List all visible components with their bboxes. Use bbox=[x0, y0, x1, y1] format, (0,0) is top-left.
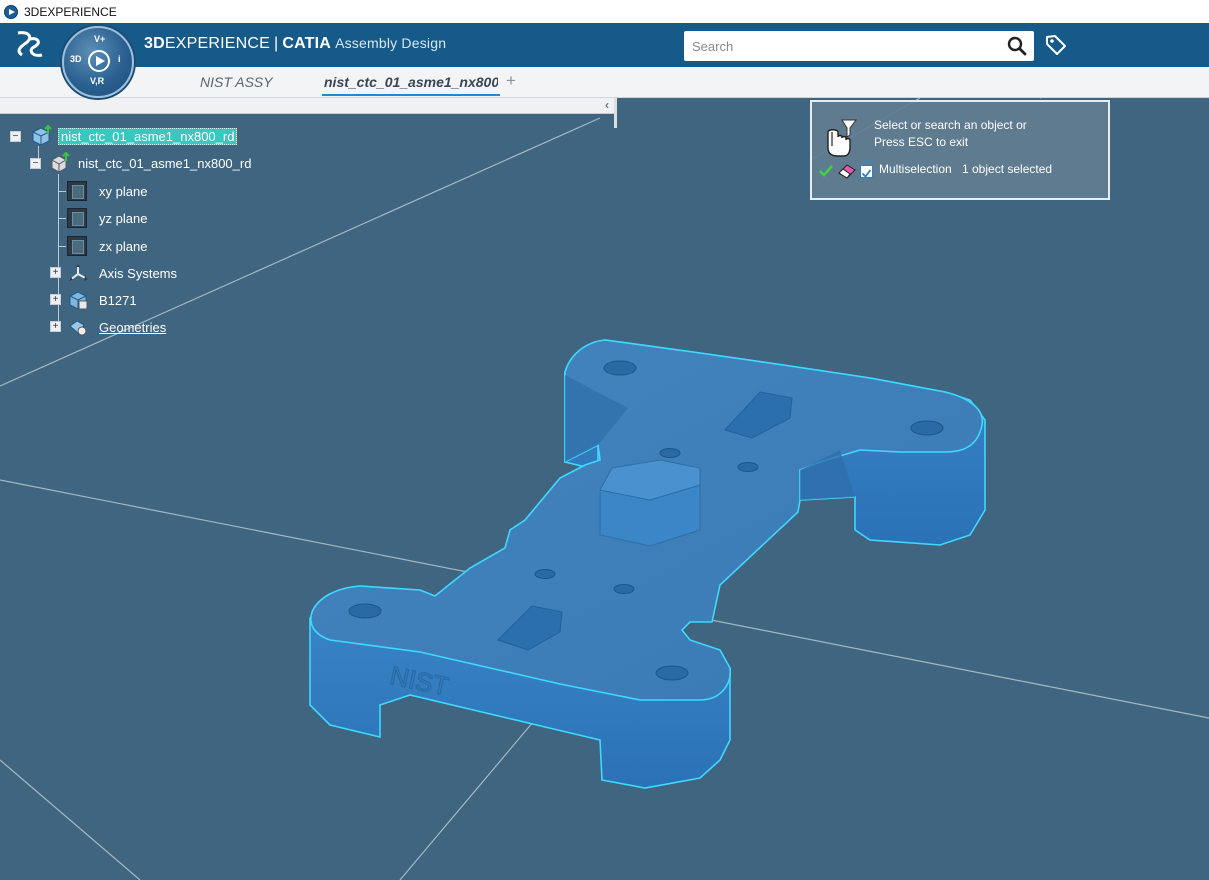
tree-node-label: Geometries bbox=[99, 319, 167, 335]
search-box bbox=[684, 31, 1034, 61]
tree-panel-edge bbox=[614, 98, 617, 128]
tree-connector bbox=[58, 191, 66, 192]
magnifier-icon[interactable] bbox=[1006, 35, 1028, 57]
tree-node-axis-systems[interactable]: Axis Systems bbox=[67, 262, 177, 284]
geometrical-set-icon bbox=[69, 320, 87, 336]
tree-node-geometries[interactable]: Geometries bbox=[67, 316, 166, 338]
brand-separator: | bbox=[274, 35, 279, 52]
os-title-bar: 3DEXPERIENCE bbox=[0, 0, 1209, 23]
validate-check-icon[interactable] bbox=[818, 163, 834, 179]
compass-widget[interactable]: 3D V+ i V,R bbox=[62, 26, 134, 98]
tab-bar: NIST ASSY nist_ctc_01_asme1_nx800_rd + bbox=[0, 67, 1209, 98]
collapse-tree-chevron-icon[interactable]: ‹ bbox=[600, 98, 614, 114]
selection-prompt-line1: Select or search an object or bbox=[874, 118, 1027, 132]
brand-3d: 3D bbox=[144, 35, 165, 52]
brand-experience: EXPERIENCE bbox=[164, 35, 270, 52]
compass-play-icon[interactable] bbox=[88, 50, 110, 72]
tree-toggle-expand[interactable]: + bbox=[50, 321, 61, 332]
tree-connector bbox=[58, 174, 59, 330]
checkmark-icon bbox=[861, 169, 872, 178]
brand-app-name: Assembly Design bbox=[335, 35, 447, 51]
tree-toggle-expand[interactable]: + bbox=[50, 294, 61, 305]
part-icon bbox=[51, 152, 70, 173]
plane-icon bbox=[67, 181, 87, 201]
compass-vr-label: V,R bbox=[90, 76, 105, 86]
tree-node-b1271[interactable]: B1271 bbox=[67, 289, 137, 311]
tag-icon[interactable] bbox=[1044, 33, 1068, 57]
multiselection-checkbox[interactable] bbox=[860, 165, 873, 178]
dassault-logo-icon[interactable] bbox=[12, 29, 46, 61]
eraser-icon[interactable] bbox=[837, 162, 857, 180]
tree-toggle-collapse[interactable]: − bbox=[30, 158, 41, 169]
plane-icon bbox=[67, 208, 87, 228]
tree-node-label: B1271 bbox=[99, 292, 137, 308]
os-window-title: 3DEXPERIENCE bbox=[24, 4, 117, 19]
selected-count-text: 1 object selected bbox=[962, 162, 1053, 176]
search-input[interactable] bbox=[684, 31, 994, 61]
product-icon bbox=[32, 125, 52, 146]
tree-panel-header: ‹ bbox=[0, 98, 617, 114]
tree-node-label: Axis Systems bbox=[99, 265, 178, 281]
tree-node-yz-plane[interactable]: yz plane bbox=[67, 207, 147, 229]
3d-viewport[interactable]: NIST bbox=[0, 98, 1209, 880]
multiselection-label: Multiselection bbox=[879, 162, 952, 176]
tree-node-label: nist_ctc_01_asme1_nx800_rd bbox=[58, 127, 238, 145]
tree-node-label: xy plane bbox=[99, 183, 148, 199]
tree-connector bbox=[58, 218, 66, 219]
compass-vplus-label: V+ bbox=[94, 34, 106, 44]
top-banner: 3DEXPERIENCE | CATIA Assembly Design bbox=[0, 23, 1209, 67]
body-icon bbox=[69, 291, 88, 310]
tree-toggle-collapse[interactable]: − bbox=[10, 131, 21, 142]
add-tab-button[interactable]: + bbox=[506, 71, 516, 91]
tree-node-label: yz plane bbox=[99, 210, 148, 226]
tree-node-part[interactable]: nist_ctc_01_asme1_nx800_rd bbox=[48, 152, 251, 174]
compass-info-label: i bbox=[118, 54, 121, 64]
3dexperience-app-icon bbox=[4, 4, 18, 19]
axis-system-icon bbox=[69, 264, 88, 281]
active-tab-indicator bbox=[322, 94, 500, 96]
selection-info-panel: Select or search an object or Press ESC … bbox=[810, 100, 1110, 200]
tree-node-zx-plane[interactable]: zx plane bbox=[67, 235, 147, 257]
tree-node-root-product[interactable]: nist_ctc_01_asme1_nx800_rd bbox=[30, 125, 238, 147]
app-brand: 3DEXPERIENCE | CATIA Assembly Design bbox=[144, 35, 446, 53]
selection-prompt-line2: Press ESC to exit bbox=[874, 135, 969, 149]
tree-toggle-expand[interactable]: + bbox=[50, 267, 61, 278]
tab-nist-ctc-active[interactable]: nist_ctc_01_asme1_nx800_rd bbox=[324, 74, 498, 90]
tree-connector bbox=[58, 246, 66, 247]
tree-node-xy-plane[interactable]: xy plane bbox=[67, 180, 147, 202]
tree-node-label: nist_ctc_01_asme1_nx800_rd bbox=[78, 155, 252, 171]
compass-3d-label: 3D bbox=[70, 54, 82, 64]
select-cursor-filter-icon bbox=[827, 119, 857, 157]
tab-nist-assy[interactable]: NIST ASSY bbox=[200, 74, 280, 90]
tree-node-label: zx plane bbox=[99, 238, 148, 254]
brand-catia: CATIA bbox=[282, 35, 332, 52]
plane-icon bbox=[67, 236, 87, 256]
